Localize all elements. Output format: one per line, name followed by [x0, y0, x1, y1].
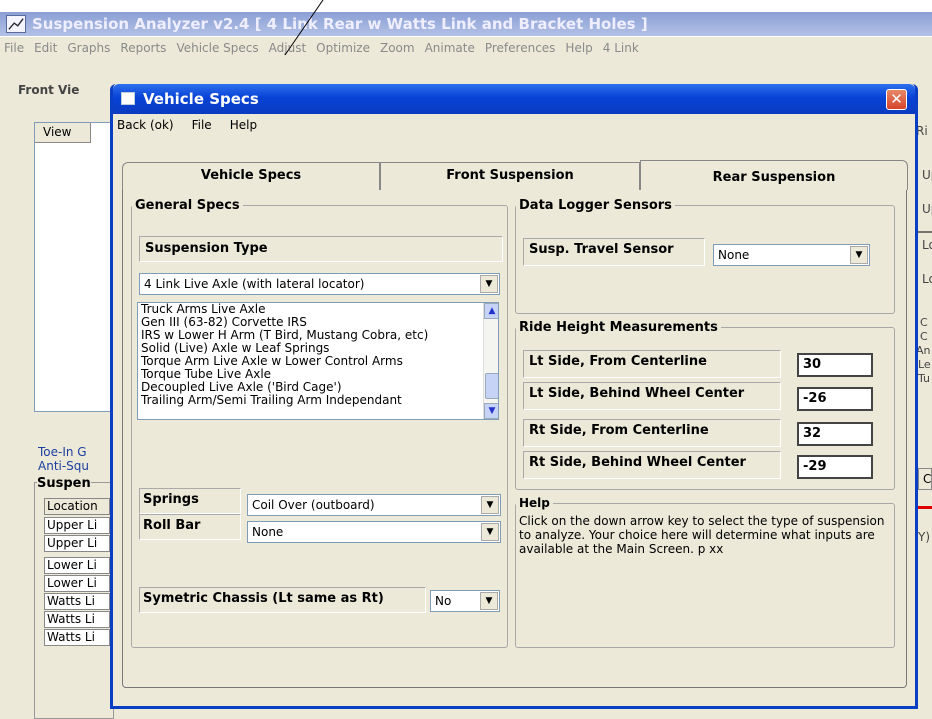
rollbar-value: None — [252, 525, 284, 539]
menu-reports[interactable]: Reports — [120, 41, 166, 55]
ride-label: Lt Side, From Centerline — [529, 354, 707, 369]
table-row[interactable]: Upper Li — [44, 517, 110, 534]
list-scrollbar[interactable]: ▲ ▼ — [483, 303, 498, 419]
data-logger-legend: Data Logger Sensors — [519, 198, 672, 213]
window-icon — [121, 92, 135, 105]
right-label: Lo — [922, 238, 932, 252]
suspension-type-list[interactable]: Truck Arms Live Axle Gen III (63-82) Cor… — [137, 302, 499, 420]
ride-label: Rt Side, Behind Wheel Center — [529, 455, 746, 470]
chevron-down-icon[interactable]: ▼ — [480, 275, 498, 293]
springs-dropdown[interactable]: Coil Over (outboard) ▼ — [247, 494, 501, 516]
dialog-title-bar[interactable]: Vehicle Specs — [113, 84, 915, 114]
toe-in-label: Toe-In G — [38, 445, 87, 459]
menu-edit[interactable]: Edit — [34, 41, 57, 55]
location-header: Location — [44, 498, 110, 515]
suspension-header: Suspen — [37, 476, 91, 491]
list-item[interactable]: Trailing Arm/Semi Trailing Arm Independa… — [138, 394, 498, 407]
chevron-down-icon[interactable]: ▼ — [481, 496, 499, 514]
front-view-label: Front Vie — [18, 83, 80, 97]
anti-squat-label: Anti-Squ — [38, 459, 90, 473]
chevron-down-icon[interactable]: ▼ — [481, 523, 499, 541]
rollbar-dropdown[interactable]: None ▼ — [247, 521, 501, 543]
table-row[interactable]: Watts Li — [44, 593, 110, 610]
suspension-type-dropdown[interactable]: 4 Link Live Axle (with lateral locator) … — [139, 273, 500, 295]
symetric-label: Symetric Chassis (Lt same as Rt) — [143, 591, 384, 606]
ride-height-legend: Ride Height Measurements — [519, 320, 718, 335]
menu-4-link[interactable]: 4 Link — [603, 41, 639, 55]
menu-optimize[interactable]: Optimize — [316, 41, 370, 55]
close-button[interactable]: ✕ — [886, 89, 907, 110]
table-row[interactable]: Lower Li — [44, 557, 110, 574]
app-title-bar: Suspension Analyzer v2.4 [ 4 Link Rear w… — [0, 12, 932, 36]
right-label: Tu — [918, 372, 931, 385]
menu-animate[interactable]: Animate — [425, 41, 475, 55]
menu-vehicle-specs[interactable]: Vehicle Specs — [176, 41, 258, 55]
right-label: Up — [922, 168, 932, 182]
right-button[interactable]: C — [918, 468, 932, 490]
right-red-line — [918, 506, 932, 509]
vehicle-specs-dialog: Vehicle Specs ✕ Back (ok) File Help Vehicl… — [110, 84, 918, 709]
right-label: C — [920, 316, 928, 329]
right-label: Up — [922, 202, 932, 216]
menu-zoom[interactable]: Zoom — [380, 41, 415, 55]
help-legend: Help — [519, 496, 550, 510]
menu-graphs[interactable]: Graphs — [67, 41, 110, 55]
app-menubar: File Edit Graphs Reports Vehicle Specs Adjust… — [0, 37, 932, 59]
menu-file[interactable]: File — [192, 118, 212, 132]
ride-value-input[interactable]: 30 — [797, 353, 873, 377]
ride-value-input[interactable]: 32 — [797, 422, 873, 446]
right-label: C — [920, 330, 928, 343]
travel-sensor-label: Susp. Travel Sensor — [529, 242, 674, 257]
help-text: Click on the down arrow key to select th… — [519, 514, 885, 556]
menu-help[interactable]: Help — [230, 118, 257, 132]
app-graph-icon — [6, 15, 26, 33]
view-header[interactable]: View — [35, 123, 91, 143]
menu-adjust[interactable]: Adjust — [269, 41, 307, 55]
tab-rear-suspension[interactable]: Rear Suspension — [640, 160, 908, 190]
scroll-up-icon[interactable]: ▲ — [484, 303, 498, 319]
dialog-menubar: Back (ok) File Help — [113, 114, 915, 136]
right-label: Le — [918, 358, 931, 371]
right-label: An — [916, 344, 931, 357]
travel-sensor-dropdown[interactable]: None ▼ — [713, 244, 870, 266]
right-label: Lo — [922, 272, 932, 286]
suspension-type-label: Suspension Type — [145, 241, 268, 256]
chevron-down-icon[interactable]: ▼ — [480, 592, 498, 610]
table-row[interactable]: Upper Li — [44, 535, 110, 552]
springs-label: Springs — [143, 492, 199, 507]
ride-label: Lt Side, Behind Wheel Center — [529, 386, 745, 401]
springs-value: Coil Over (outboard) — [252, 498, 375, 512]
rollbar-label: Roll Bar — [143, 518, 201, 533]
suspension-type-value: 4 Link Live Axle (with lateral locator) — [144, 277, 365, 291]
table-row[interactable]: Watts Li — [44, 629, 110, 646]
tab-front-suspension[interactable]: Front Suspension — [380, 162, 640, 190]
menu-file[interactable]: File — [4, 41, 24, 55]
right-label: Y) — [918, 530, 931, 544]
general-specs-legend: General Specs — [135, 198, 240, 213]
scroll-thumb[interactable] — [485, 373, 498, 399]
tab-vehicle-specs[interactable]: Vehicle Specs — [122, 162, 380, 190]
ride-value-input[interactable]: -29 — [797, 455, 873, 479]
travel-sensor-value: None — [718, 248, 750, 262]
ride-label: Rt Side, From Centerline — [529, 423, 709, 438]
symetric-value: No — [435, 594, 452, 608]
general-specs-group: General Specs — [131, 198, 508, 648]
view-panel — [34, 122, 114, 412]
menu-preferences[interactable]: Preferences — [485, 41, 556, 55]
scroll-down-icon[interactable]: ▼ — [484, 403, 498, 419]
table-row[interactable]: Watts Li — [44, 611, 110, 628]
chevron-down-icon[interactable]: ▼ — [850, 246, 868, 264]
menu-back-ok[interactable]: Back (ok) — [117, 118, 174, 132]
ride-value-input[interactable]: -26 — [797, 387, 873, 411]
table-row[interactable]: Lower Li — [44, 575, 110, 592]
symetric-dropdown[interactable]: No ▼ — [430, 590, 500, 612]
menu-help[interactable]: Help — [565, 41, 592, 55]
